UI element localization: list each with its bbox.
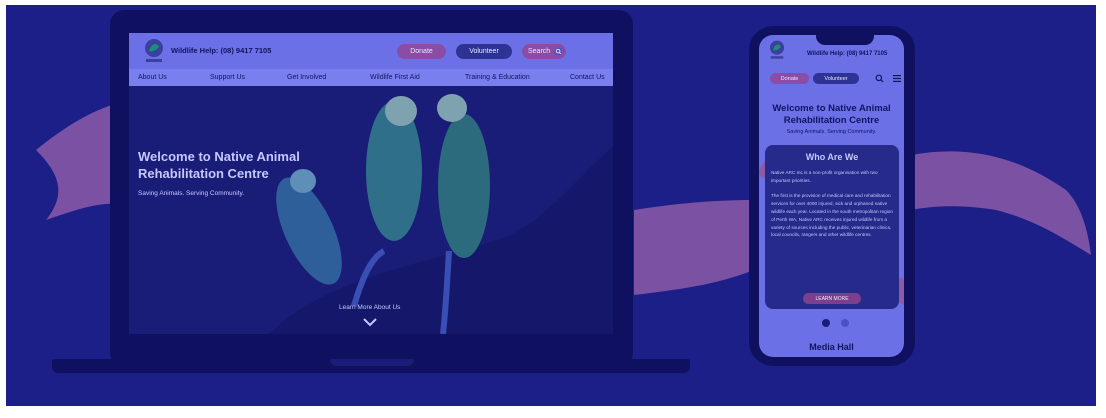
hero-parrots-image	[269, 94, 613, 334]
volunteer-button[interactable]: Volunteer	[456, 44, 512, 59]
helpline-text: Wildlife Help: (08) 9417 7105	[171, 46, 272, 55]
menu-icon[interactable]	[893, 75, 901, 82]
mobile-screen: Wildlife Help: (08) 9417 7105 Donate Vol…	[759, 35, 904, 357]
carousel-dot-active[interactable]	[822, 319, 830, 327]
laptop-notch	[330, 359, 414, 366]
nav-training-education[interactable]: Training & Education	[465, 74, 530, 81]
nav-support-us[interactable]: Support Us	[210, 74, 245, 81]
chevron-down-icon[interactable]	[363, 318, 377, 327]
main-nav: About Us Support Us Get Involved Wildlif…	[129, 69, 613, 86]
nav-about-us[interactable]: About Us	[138, 74, 167, 81]
hero-subtitle: Saving Animals. Serving Community.	[138, 190, 245, 197]
who-are-we-card: Who Are We Native ARC Inc is a non-profi…	[765, 145, 899, 309]
desktop-screen: Wildlife Help: (08) 9417 7105 Donate Vol…	[129, 33, 613, 334]
nav-contact-us[interactable]: Contact Us	[570, 74, 605, 81]
hero-section: Welcome to Native Animal Rehabilitation …	[129, 86, 613, 334]
learn-more-link[interactable]: Learn More About Us	[339, 304, 400, 311]
carousel-dot[interactable]	[841, 319, 849, 327]
phone-notch	[816, 33, 874, 45]
donate-button[interactable]: Donate	[397, 44, 446, 59]
volunteer-button[interactable]: Volunteer	[813, 73, 859, 84]
nav-get-involved[interactable]: Get Involved	[287, 74, 326, 81]
card-title: Who Are We	[805, 152, 859, 162]
mobile-hero-subtitle: Saving Animals. Serving Community.	[786, 129, 877, 135]
mobile-hero-title: Welcome to Native Animal Rehabilitation …	[772, 103, 891, 126]
desktop-header: Wildlife Help: (08) 9417 7105 Donate Vol…	[129, 33, 613, 69]
nav-wildlife-first-aid[interactable]: Wildlife First Aid	[370, 74, 420, 81]
card-body: Native ARC Inc is a non-profit organisat…	[771, 170, 893, 238]
learn-more-button[interactable]: LEARN MORE	[803, 293, 861, 304]
logo-icon	[769, 40, 785, 59]
donate-button[interactable]: Donate	[770, 73, 809, 84]
search-icon	[554, 47, 563, 56]
logo-icon	[145, 39, 163, 62]
search-label: Search	[528, 48, 551, 55]
media-hall-heading: Media Hall	[809, 342, 854, 352]
helpline-text: Wildlife Help: (08) 9417 7105	[807, 51, 888, 57]
search-icon[interactable]	[875, 74, 884, 83]
search-button[interactable]: Search	[522, 44, 566, 59]
hero-title: Welcome to Native Animal Rehabilitation …	[138, 149, 300, 181]
